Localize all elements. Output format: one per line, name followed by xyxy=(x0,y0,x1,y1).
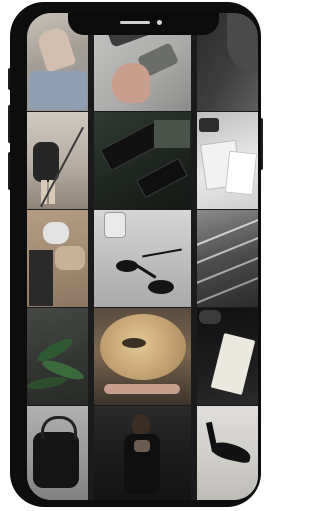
photo-tile-perfume-boxes[interactable] xyxy=(94,112,191,209)
photo-tile-plant-leaves[interactable] xyxy=(27,308,88,405)
photo-tile-woman-in-dark-coat[interactable] xyxy=(94,406,191,500)
photo-tile-escalator[interactable] xyxy=(197,210,258,307)
photo-tile-beige-knit-outfit[interactable] xyxy=(27,210,88,307)
photo-tile-sunglasses-and-glass[interactable] xyxy=(94,210,191,307)
photo-tile-woman-on-stairs[interactable] xyxy=(27,112,88,209)
phone-frame xyxy=(10,2,261,507)
speaker-grille xyxy=(120,21,150,24)
front-camera-icon xyxy=(157,20,162,25)
photo-tile-book-reading[interactable] xyxy=(197,308,258,405)
photo-tile-shopping-bags[interactable] xyxy=(197,112,258,209)
photo-tile-eye-through-wineglass[interactable] xyxy=(94,308,191,405)
photo-grid xyxy=(27,13,258,500)
phone-notch xyxy=(68,13,219,35)
phone-screen xyxy=(27,13,258,500)
photo-tile-black-handbag[interactable] xyxy=(27,406,88,500)
photo-tile-black-heels[interactable] xyxy=(197,406,258,500)
